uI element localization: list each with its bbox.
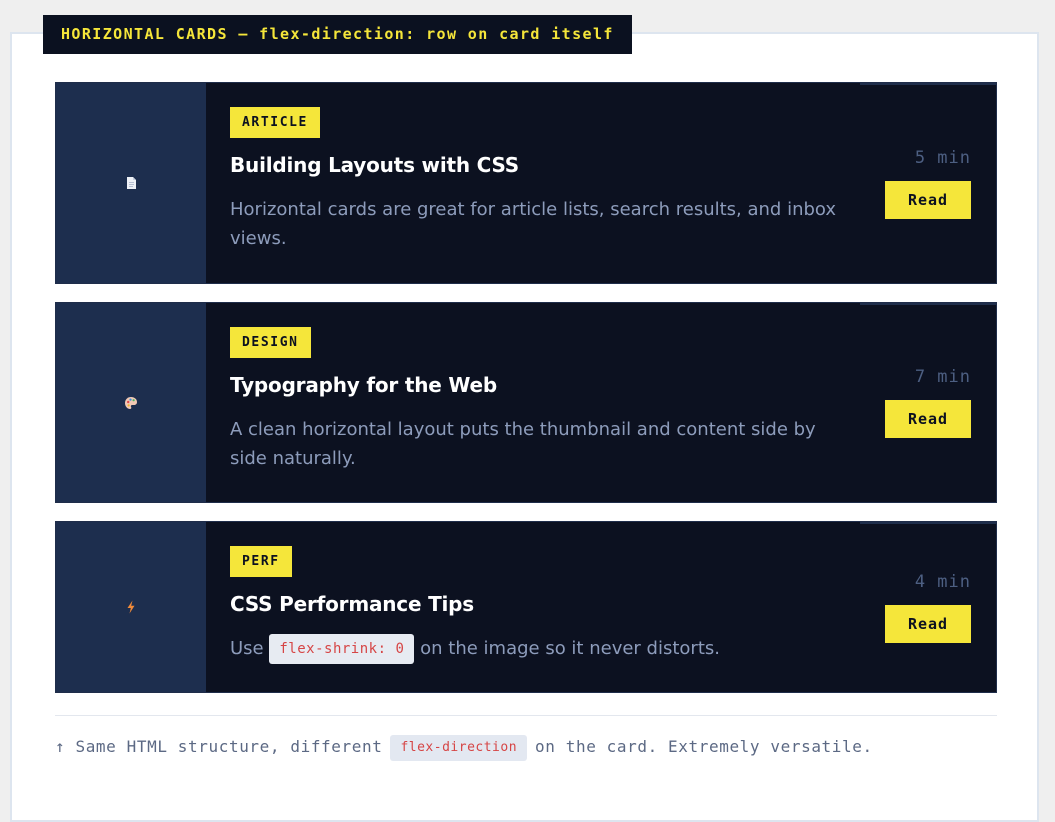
category-tag: ARTICLE [230,107,320,138]
card-body: PERF CSS Performance Tips Use flex-shrin… [206,522,860,692]
footnote: ↑ Same HTML structure, different flex-dir… [55,734,873,761]
read-duration: 4 min [914,571,971,592]
category-tag: DESIGN [230,327,311,358]
card-title: CSS Performance Tips [230,592,474,616]
inline-code: flex-shrink: 0 [269,634,415,664]
document-icon [127,177,136,189]
card-thumbnail [56,83,206,283]
read-duration: 7 min [914,367,971,387]
card-thumbnail [56,522,206,692]
read-button[interactable]: Read [885,400,971,438]
divider [55,715,997,716]
inline-code: flex-direction [390,734,528,761]
card-title: Typography for the Web [230,373,498,397]
desc-text: on the image so it never distorts. [420,638,720,659]
read-button[interactable]: Read [885,180,971,219]
read-duration: 5 min [914,147,971,168]
palette-icon [125,396,137,409]
card-perf: PERF CSS Performance Tips Use flex-shrin… [55,521,997,693]
card-meta: 4 min Read [860,522,996,692]
card-description: Use flex-shrink: 0 on the image so it ne… [230,634,840,664]
card-description: A clean horizontal layout puts the thumb… [230,419,816,469]
card-body: ARTICLE Building Layouts with CSS Horizo… [206,83,860,283]
card-body: DESIGN Typography for the Web A clean ho… [206,303,860,502]
card-design: DESIGN Typography for the Web A clean ho… [55,302,997,503]
card-article: ARTICLE Building Layouts with CSS Horizo… [55,82,997,284]
card-meta: 5 min Read [860,83,996,283]
section-heading: HORIZONTAL CARDS — flex-direction: row o… [43,15,632,54]
card-title: Building Layouts with CSS [230,153,520,177]
card-thumbnail [56,303,206,502]
desc-text: Use [230,638,264,659]
read-button[interactable]: Read [885,604,971,643]
footnote-text: ↑ Same HTML structure, different [55,737,383,756]
card-description: Horizontal cards are great for article l… [230,199,837,249]
card-meta: 7 min Read [860,303,996,502]
lightning-icon [127,600,135,614]
footnote-text: on the card. Extremely versatile. [535,737,873,756]
category-tag: PERF [230,546,292,577]
